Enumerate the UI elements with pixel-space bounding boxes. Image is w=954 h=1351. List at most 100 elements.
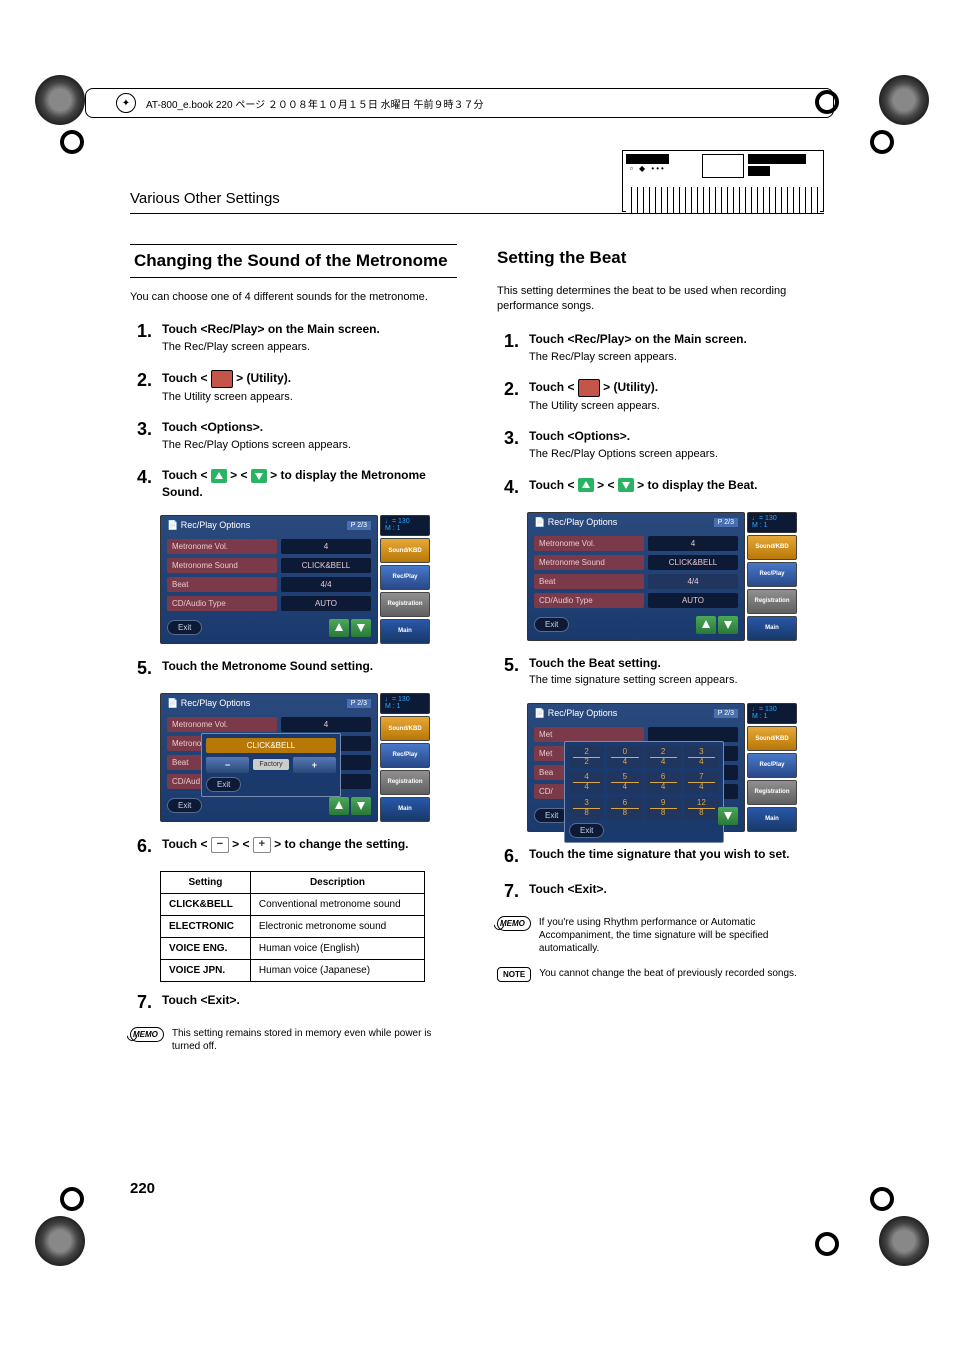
step-1: 1. Touch <Rec/Play> on the Main screen. … (497, 331, 824, 365)
note-badge: NOTE (497, 967, 531, 982)
step-2: 2. Touch < > (Utility). The Utility scre… (497, 379, 824, 414)
step-title: Touch < > < > to display the Metronome S… (162, 467, 457, 501)
step-6: 6. Touch < − > < + > to change the setti… (130, 836, 457, 857)
binding-spiral-icon (879, 75, 929, 125)
plus-button[interactable]: + (293, 757, 336, 773)
step-desc: The Rec/Play Options screen appears. (162, 438, 457, 453)
timesig-button[interactable]: 68 (607, 797, 642, 820)
binding-spiral-icon (879, 1216, 929, 1266)
step-title: Touch <Exit>. (162, 992, 457, 1009)
up-arrow-icon (578, 478, 594, 492)
step-7: 7. Touch <Exit>. (130, 992, 457, 1013)
memo-block: MEMO If you're using Rhythm performance … (497, 916, 824, 955)
time-signature-grid: 22 04 24 34 44 54 64 74 (564, 741, 724, 843)
tempo-display: ♩= 130M : 1 (380, 693, 430, 714)
step-number: 3. (130, 419, 152, 440)
step-number: 1. (130, 321, 152, 342)
exit-button[interactable]: Exit (167, 798, 202, 813)
screenshot-options: 📄 Rec/Play Options P 2/3 Metronome Vol.4… (527, 512, 797, 641)
timesig-button[interactable]: 128 (684, 797, 719, 820)
step-number: 2. (130, 370, 152, 391)
plus-icon: + (253, 837, 271, 853)
step-title: Touch the Metronome Sound setting. (162, 658, 457, 675)
down-button[interactable] (718, 616, 738, 634)
step-4: 4. Touch < > < > to display the Beat. (497, 477, 824, 498)
step-title: Touch <Options>. (162, 419, 457, 436)
crop-mark-icon (60, 1187, 84, 1211)
timesig-button[interactable]: 98 (646, 797, 681, 820)
framemaker-header: ✦ AT-800_e.book 220 ページ ２００８年１０月１５日 水曜日 … (85, 88, 834, 118)
step-number: 7. (130, 992, 152, 1013)
register-mark-icon: ✦ (116, 93, 136, 113)
timesig-button[interactable]: 22 (569, 746, 604, 769)
timesig-button[interactable]: 24 (646, 746, 681, 769)
step-desc: The Rec/Play screen appears. (162, 340, 457, 355)
popup-exit-button[interactable]: Exit (206, 777, 241, 792)
utility-icon (578, 379, 600, 397)
screenshot-options: 📄 Rec/Play Options P 2/3 Metronome Vol.4… (160, 515, 430, 644)
down-button[interactable] (351, 619, 371, 637)
left-column: Changing the Sound of the Metronome You … (130, 244, 457, 1053)
section-title: Setting the Beat (497, 244, 824, 272)
memo-text: If you're using Rhythm performance or Au… (539, 916, 824, 955)
crop-mark-icon (815, 1232, 839, 1256)
timesig-button[interactable]: 54 (607, 771, 642, 794)
utility-icon (211, 370, 233, 388)
step-title: Touch <Rec/Play> on the Main screen. (162, 321, 457, 338)
registration-button[interactable]: Registration (380, 592, 430, 617)
right-column: Setting the Beat This setting determines… (497, 244, 824, 1053)
step-7: 7. Touch <Exit>. (497, 881, 824, 902)
step-5: 5. Touch the Beat setting. The time sign… (497, 655, 824, 689)
timesig-button[interactable]: 64 (646, 771, 681, 794)
step-title: Touch < − > < + > to change the setting. (162, 836, 457, 853)
crop-mark-icon (60, 130, 84, 154)
step-number: 6. (130, 836, 152, 857)
header-text: AT-800_e.book 220 ページ ２００８年１０月１５日 水曜日 午前… (146, 96, 483, 111)
timesig-button[interactable]: 04 (607, 746, 642, 769)
up-button[interactable] (329, 619, 349, 637)
sound-kbd-button[interactable]: Sound/KBD (380, 538, 430, 563)
timesig-button[interactable]: 38 (569, 797, 604, 820)
minus-button[interactable]: − (206, 757, 249, 773)
minus-icon: − (211, 837, 229, 853)
step-6: 6. Touch the time signature that you wis… (497, 846, 824, 867)
down-button[interactable] (718, 807, 738, 825)
tempo-display: ♩= 130M : 1 (380, 515, 430, 536)
timesig-button[interactable]: 74 (684, 771, 719, 794)
note-block: NOTE You cannot change the beat of previ… (497, 967, 824, 982)
step-title: Touch < > (Utility). (162, 370, 457, 388)
factory-button[interactable]: Factory (253, 759, 288, 770)
down-arrow-icon (618, 478, 634, 492)
step-number: 5. (130, 658, 152, 679)
exit-button[interactable]: Exit (167, 620, 202, 635)
popup-exit-button[interactable]: Exit (569, 823, 604, 838)
section-intro: This setting determines the beat to be u… (497, 284, 824, 315)
up-button[interactable] (329, 797, 349, 815)
up-button[interactable] (696, 616, 716, 634)
main-button[interactable]: Main (380, 619, 430, 644)
step-3: 3. Touch <Options>. The Rec/Play Options… (497, 428, 824, 462)
divider (130, 213, 824, 214)
memo-text: This setting remains stored in memory ev… (172, 1027, 457, 1053)
exit-button[interactable]: Exit (534, 617, 569, 632)
up-arrow-icon (211, 469, 227, 483)
binding-spiral-icon (35, 1216, 85, 1266)
memo-badge: MEMO (130, 1027, 164, 1042)
step-5: 5. Touch the Metronome Sound setting. (130, 658, 457, 679)
step-4: 4. Touch < > < > to display the Metronom… (130, 467, 457, 501)
note-text: You cannot change the beat of previously… (539, 967, 797, 980)
down-button[interactable] (351, 797, 371, 815)
down-arrow-icon (251, 469, 267, 483)
memo-block: MEMO This setting remains stored in memo… (130, 1027, 457, 1053)
section-title: Changing the Sound of the Metronome (130, 244, 457, 278)
timesig-button[interactable]: 34 (684, 746, 719, 769)
memo-badge: MEMO (497, 916, 531, 931)
crop-mark-icon (870, 1187, 894, 1211)
timesig-button[interactable]: 44 (569, 771, 604, 794)
binding-spiral-icon (35, 75, 85, 125)
crop-mark-icon (870, 130, 894, 154)
screenshot-sound-popup: 📄 Rec/Play Options P 2/3 Metronome Vol.4… (160, 693, 430, 822)
rec-play-button[interactable]: Rec/Play (380, 565, 430, 590)
screenshot-timesig-popup: 📄 Rec/Play Options P 2/3 Met Met Bea CD/… (527, 703, 797, 832)
step-3: 3. Touch <Options>. The Rec/Play Options… (130, 419, 457, 453)
